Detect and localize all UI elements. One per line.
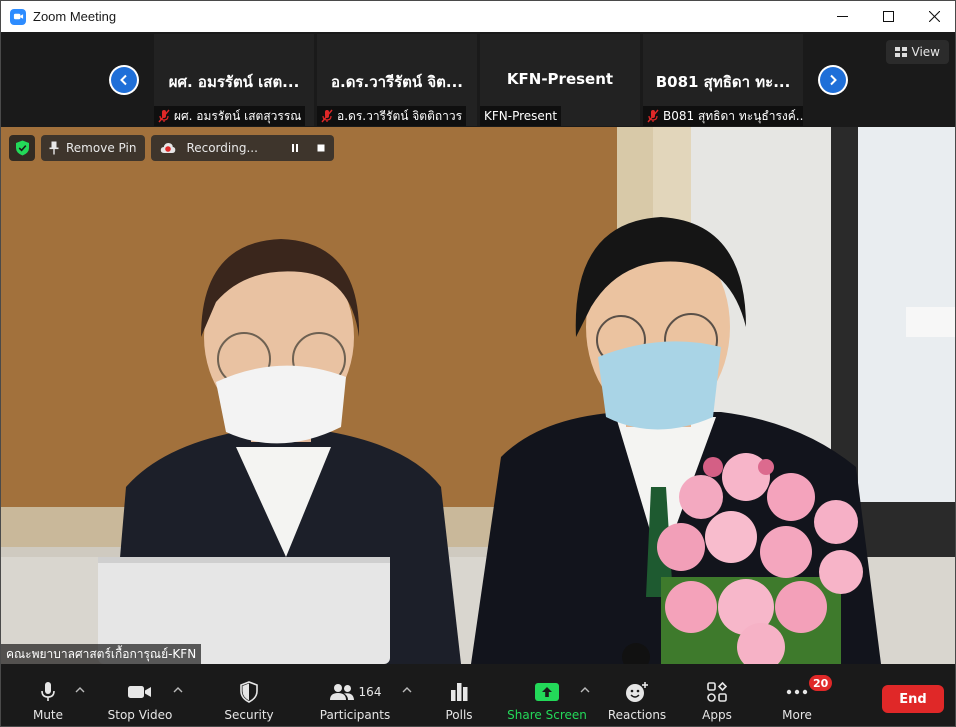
remove-pin-label: Remove Pin	[66, 141, 137, 155]
stop-recording-button[interactable]	[308, 135, 334, 161]
reactions-label: Reactions	[607, 708, 667, 722]
mute-button[interactable]: Mute	[23, 664, 73, 726]
polls-button[interactable]: Polls	[437, 664, 481, 726]
close-button[interactable]	[911, 1, 955, 32]
video-feed-image	[1, 127, 955, 664]
cloud-recording-icon	[161, 143, 176, 153]
chevron-right-icon	[830, 74, 837, 86]
microphone-icon	[41, 682, 55, 701]
apps-button[interactable]: Apps	[695, 664, 739, 726]
security-label: Security	[224, 708, 274, 722]
mic-muted-icon	[321, 109, 333, 123]
participant-display-name: ผศ. อมรรัตน์ เสต...	[168, 73, 300, 91]
participant-name-label: KFN-Present	[480, 106, 562, 126]
participant-label-text: ผศ. อมรรัตน์ เสตสุวรรณ	[174, 108, 302, 123]
participant-name-label: อ.ดร.วารีรัตน์ จิตติถาวร	[317, 106, 467, 126]
chevron-up-icon	[580, 687, 590, 693]
more-dots-icon	[786, 689, 808, 695]
view-button[interactable]: View	[885, 40, 949, 64]
participant-gallery-strip: ผศ. อมรรัตน์ เสต... ผศ. อมรรัตน์ เสตสุวร…	[1, 32, 955, 127]
mute-label: Mute	[32, 708, 64, 722]
participant-tile[interactable]: KFN-Present KFN-Present	[480, 34, 640, 126]
encryption-shield-button[interactable]	[9, 135, 35, 161]
participant-display-name: B081 สุทธิดา ทะ...	[655, 73, 791, 91]
participant-name-label: B081 สุทธิดา ทะนุธำรงค์...	[643, 106, 803, 126]
maximize-button[interactable]	[865, 1, 911, 32]
speaker-name-label: คณะพยาบาลศาสตร์เกื้อการุณย์-KFN	[1, 644, 202, 664]
more-notification-badge: 20	[809, 675, 833, 691]
minimize-button[interactable]	[819, 1, 865, 32]
video-options-caret[interactable]	[172, 684, 184, 696]
minimize-icon	[836, 16, 848, 17]
remove-pin-button[interactable]: Remove Pin	[41, 135, 146, 161]
participant-name-label: ผศ. อมรรัตน์ เสตสุวรรณ	[154, 106, 306, 126]
share-options-caret[interactable]	[579, 684, 591, 696]
shield-icon	[240, 681, 258, 703]
chevron-up-icon	[173, 687, 183, 693]
shield-check-icon	[15, 140, 29, 156]
participant-label-text: อ.ดร.วารีรัตน์ จิตติถาวร	[337, 108, 463, 123]
reactions-emoji-icon	[626, 682, 648, 702]
pause-recording-button[interactable]	[282, 135, 308, 161]
participants-options-caret[interactable]	[401, 684, 413, 696]
grid-view-icon	[894, 47, 907, 57]
more-label: More	[782, 708, 812, 722]
window-controls	[819, 1, 955, 32]
apps-label: Apps	[702, 708, 732, 722]
participant-tile[interactable]: ผศ. อมรรัตน์ เสต... ผศ. อมรรัตน์ เสตสุวร…	[154, 34, 314, 126]
stop-video-button[interactable]: Stop Video	[105, 664, 175, 726]
maximize-icon	[882, 11, 894, 22]
chevron-up-icon	[402, 687, 412, 693]
participants-icon	[329, 684, 354, 700]
participant-display-name: อ.ดร.วารีรัตน์ จิต...	[330, 73, 463, 91]
apps-icon	[707, 681, 727, 702]
gallery-next-button[interactable]	[818, 65, 848, 95]
mic-muted-icon	[158, 109, 170, 123]
reactions-button[interactable]: Reactions	[607, 664, 667, 726]
share-screen-label: Share Screen	[507, 708, 587, 722]
chevron-left-icon	[120, 74, 127, 86]
participants-button[interactable]: 164 Participants	[319, 664, 391, 726]
share-screen-button[interactable]: Share Screen	[507, 664, 587, 726]
zoom-window: Zoom Meeting ผศ. อมรรัตน์ เสต... ผศ. อมร…	[0, 0, 956, 727]
security-button[interactable]: Security	[221, 664, 277, 726]
view-button-label: View	[911, 45, 940, 59]
pause-icon	[292, 144, 299, 152]
audio-options-caret[interactable]	[74, 684, 86, 696]
gallery-prev-button[interactable]	[109, 65, 139, 95]
participant-display-name: KFN-Present	[506, 70, 614, 88]
participant-count: 164	[358, 685, 382, 699]
mic-muted-icon	[647, 109, 659, 123]
more-button[interactable]: More	[775, 664, 819, 726]
participant-tile[interactable]: B081 สุทธิดา ทะ... B081 สุทธิดา ทะนุธำรง…	[643, 34, 803, 126]
close-icon	[928, 11, 940, 22]
end-meeting-button[interactable]: End	[882, 685, 944, 713]
participants-label: Participants	[319, 708, 391, 722]
stop-video-label: Stop Video	[107, 708, 173, 722]
title-bar: Zoom Meeting	[1, 1, 955, 32]
polls-label: Polls	[445, 708, 473, 722]
active-speaker-video: Remove Pin Recording... คณะพยาบาลศาสตร์เ…	[1, 127, 955, 664]
video-camera-icon	[128, 686, 151, 698]
zoom-app-icon	[10, 8, 26, 25]
meeting-toolbar: Mute Stop Video Security 164 Participant…	[1, 664, 955, 726]
participant-tile[interactable]: อ.ดร.วารีรัตน์ จิต... อ.ดร.วารีรัตน์ จิต…	[317, 34, 477, 126]
participant-label-text: B081 สุทธิดา ทะนุธำรงค์...	[663, 108, 803, 123]
polls-bar-chart-icon	[451, 683, 468, 701]
video-overlay-controls: Remove Pin Recording...	[9, 135, 335, 161]
recording-label: Recording...	[186, 141, 258, 155]
recording-indicator: Recording...	[151, 135, 335, 161]
window-title: Zoom Meeting	[33, 9, 117, 24]
stop-icon	[317, 144, 325, 152]
share-screen-icon	[535, 683, 559, 701]
chevron-up-icon	[75, 687, 85, 693]
participant-label-text: KFN-Present	[484, 109, 558, 123]
pin-icon	[49, 141, 59, 155]
